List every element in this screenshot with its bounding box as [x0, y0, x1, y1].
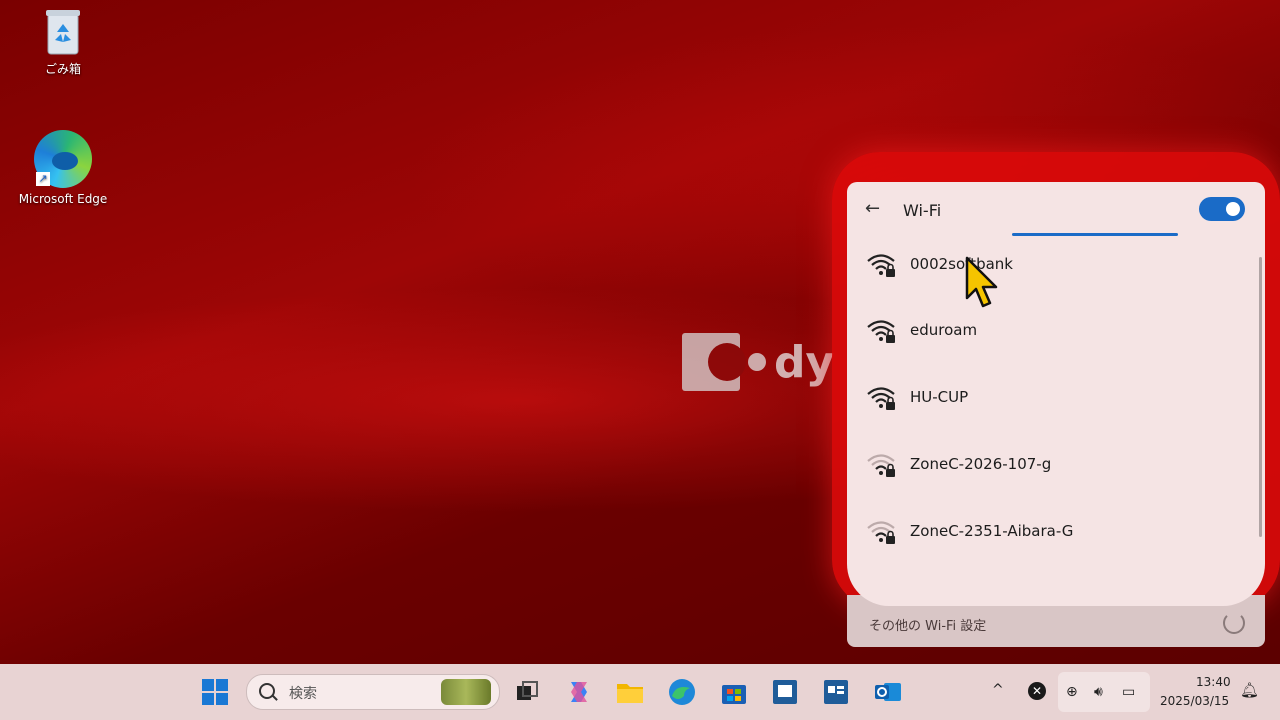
- store-button[interactable]: [718, 676, 750, 708]
- wifi-panel: ← Wi-Fi 0002softbank eduroam HU-CUP Zone…: [847, 182, 1265, 606]
- edge-icon: [669, 679, 695, 705]
- windows-logo-icon: [202, 679, 228, 705]
- back-arrow-icon[interactable]: ←: [865, 198, 887, 220]
- network-name: ZoneC-2351-Aibara-G: [910, 522, 1074, 540]
- app-window-icon: [773, 680, 797, 704]
- panel-scrollbar[interactable]: [1259, 257, 1262, 537]
- file-explorer-button[interactable]: [614, 676, 646, 708]
- edge-taskbar-button[interactable]: [666, 676, 698, 708]
- app-contact-icon: [824, 680, 848, 704]
- network-item[interactable]: eduroam: [847, 304, 1247, 364]
- more-wifi-settings-link[interactable]: その他の Wi-Fi 設定: [869, 615, 986, 634]
- search-highlight-image: [441, 679, 491, 705]
- network-item[interactable]: ZoneC-2351-Aibara-G: [847, 505, 1247, 565]
- task-view-icon: [517, 681, 538, 700]
- app-button[interactable]: [769, 676, 801, 708]
- edge-desktop-shortcut[interactable]: ↗ Microsoft Edge: [17, 130, 109, 206]
- wifi-secured-icon: [867, 320, 895, 343]
- outlook-button[interactable]: [872, 676, 904, 708]
- network-globe-icon: ⊕: [1066, 684, 1078, 700]
- clock-time[interactable]: 13:40: [1196, 675, 1231, 689]
- store-icon: [722, 685, 746, 704]
- refresh-icon[interactable]: [1223, 612, 1245, 634]
- network-item[interactable]: 0002softbank: [847, 238, 1247, 298]
- scan-progress-bar: [1012, 233, 1178, 236]
- wifi-toggle[interactable]: [1199, 197, 1245, 221]
- folder-icon: [617, 684, 643, 703]
- recycle-bin-icon: [43, 6, 83, 56]
- network-name: HU-CUP: [910, 388, 969, 406]
- battery-icon: ▭: [1122, 684, 1136, 700]
- clock-date[interactable]: 2025/03/15: [1160, 694, 1229, 708]
- wifi-weak-secured-icon: [867, 454, 895, 477]
- desktop-icon-label: ごみ箱: [44, 62, 81, 76]
- chevron-up-icon[interactable]: ^: [992, 682, 1004, 698]
- notification-bell-icon[interactable]: 🔔︎: [1240, 681, 1259, 699]
- watermark-text: dy: [774, 336, 835, 388]
- desktop-icon-label: Microsoft Edge: [18, 192, 108, 206]
- copilot-button[interactable]: [563, 676, 595, 708]
- wifi-weak-secured-icon: [867, 521, 895, 544]
- edge-icon: ↗: [34, 130, 92, 188]
- task-view-button[interactable]: [511, 676, 543, 708]
- wifi-panel-header: ← Wi-Fi: [847, 182, 1265, 238]
- taskbar: 検索 ^ ✕ ⊕ 🔊︎ ▭ 13:40 2025/03/15 🔔︎: [0, 664, 1280, 720]
- search-icon: [259, 683, 275, 699]
- network-item[interactable]: ZoneC-2026-107-g: [847, 438, 1247, 498]
- start-button[interactable]: [199, 676, 231, 708]
- wifi-secured-icon: [867, 387, 895, 410]
- volume-icon: 🔊︎: [1094, 684, 1103, 700]
- recycle-bin-desktop-icon[interactable]: ごみ箱: [17, 6, 109, 77]
- search-placeholder: 検索: [289, 686, 317, 702]
- watermark-logo: dy: [682, 333, 834, 391]
- app-button[interactable]: [820, 676, 852, 708]
- network-item[interactable]: HU-CUP: [847, 371, 1247, 431]
- copilot-icon: [571, 682, 587, 702]
- network-name: eduroam: [910, 321, 978, 339]
- taskbar-search-box[interactable]: 検索: [246, 674, 500, 710]
- watermark-square: [682, 333, 746, 391]
- close-circle-icon[interactable]: ✕: [1028, 682, 1046, 700]
- shortcut-arrow-icon: ↗: [36, 172, 50, 186]
- network-name: ZoneC-2026-107-g: [910, 455, 1052, 473]
- wifi-secured-icon: [867, 254, 895, 277]
- watermark-dot: [748, 353, 766, 371]
- outlook-icon: [875, 683, 901, 701]
- mouse-cursor-icon: [965, 256, 998, 308]
- quick-settings-button[interactable]: ⊕ 🔊︎ ▭: [1058, 672, 1150, 712]
- panel-title: Wi-Fi: [903, 201, 942, 220]
- toggle-knob: [1226, 202, 1240, 216]
